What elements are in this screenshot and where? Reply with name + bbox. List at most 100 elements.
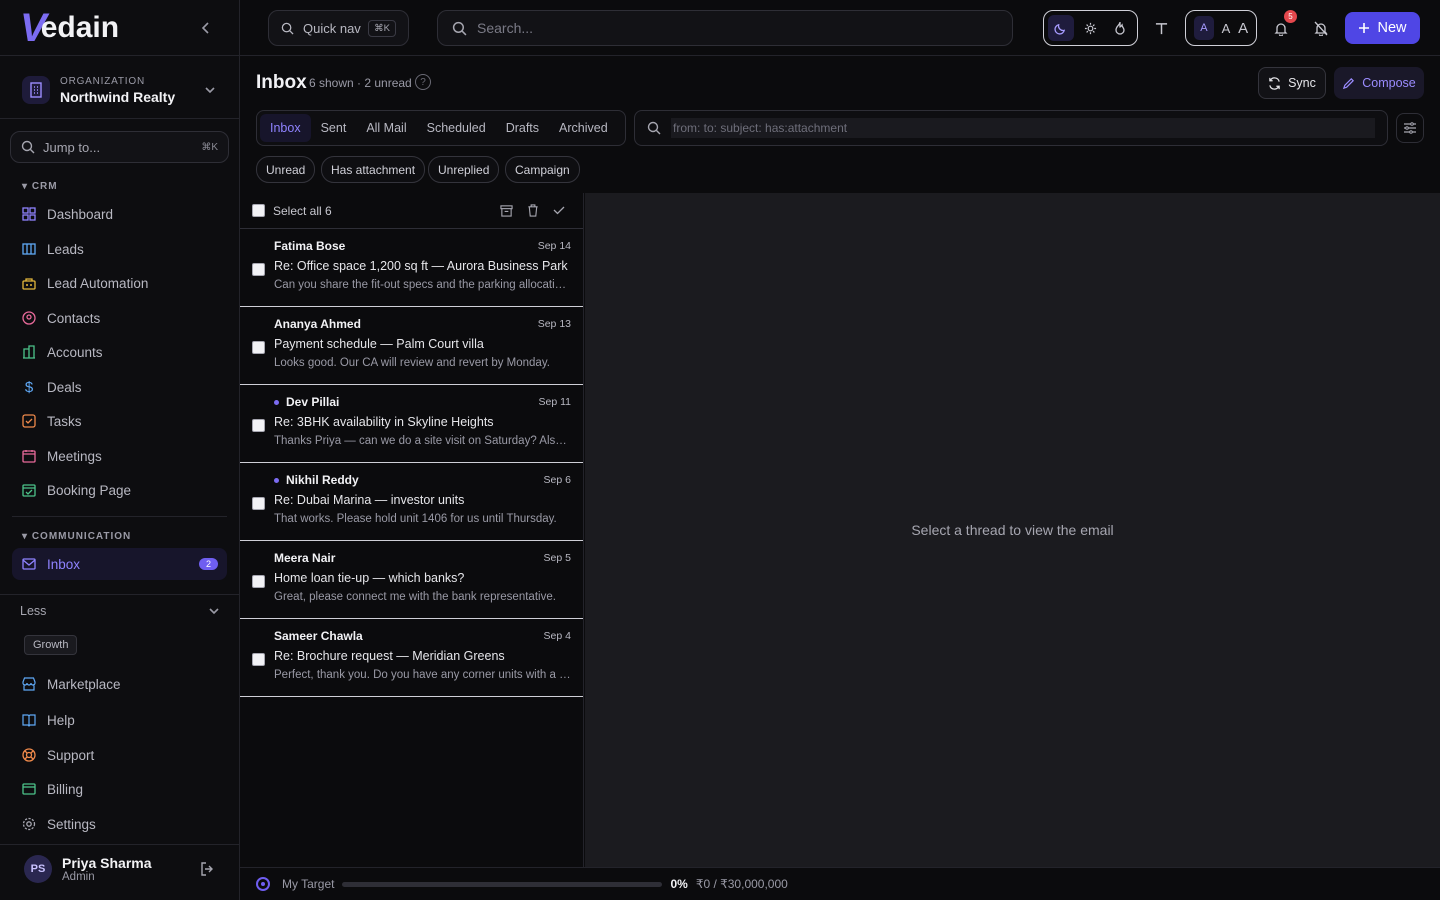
thread-date: Sep 5 — [543, 552, 571, 564]
tab-drafts[interactable]: Drafts — [496, 114, 549, 142]
plan-badge: Growth — [24, 635, 78, 655]
thread-checkbox[interactable] — [252, 575, 265, 588]
lifebuoy-icon — [21, 747, 37, 763]
sun-icon[interactable] — [1078, 15, 1104, 41]
thread-row[interactable]: Nikhil Reddy Sep 6 Re: Dubai Marina — inve… — [240, 463, 583, 541]
tab-inbox[interactable]: Inbox — [260, 114, 311, 142]
tab-all-mail[interactable]: All Mail — [356, 114, 416, 142]
user-name: Priya Sharma — [62, 855, 152, 871]
font-size-large[interactable]: A — [1238, 20, 1248, 37]
thread-checkbox[interactable] — [252, 653, 265, 666]
thread-row[interactable]: Dev Pillai Sep 11 Re: 3BHK availability in… — [240, 385, 583, 463]
thread-sender: Dev Pillai — [274, 395, 339, 409]
sidebar-item-label: Inbox — [47, 556, 81, 572]
mail-query-input[interactable]: from: to: subject: has:attachment — [671, 118, 1375, 138]
filter-chip-campaign[interactable]: Campaign — [505, 156, 580, 183]
sidebar: V edain ORGANIZATION Northwind Realty Ju… — [0, 0, 240, 900]
target-amount: ₹0 / ₹30,000,000 — [695, 877, 788, 891]
search-placeholder: Search... — [477, 20, 534, 36]
sidebar-item-deals[interactable]: $ Deals — [12, 371, 227, 403]
org-switcher[interactable]: ORGANIZATION Northwind Realty — [22, 70, 222, 110]
brand-logo[interactable]: V edain — [20, 6, 119, 50]
refresh-icon — [1269, 76, 1280, 90]
thread-sender-name: Meera Nair — [274, 551, 336, 565]
collapse-sidebar-button[interactable] — [194, 14, 218, 42]
thread-preview: That works. Please hold unit 1406 for us… — [274, 513, 557, 525]
filter-chip-has-attachment[interactable]: Has attachment — [321, 156, 426, 183]
sync-button[interactable]: Sync — [1258, 67, 1326, 99]
sidebar-item-help[interactable]: Help — [12, 704, 227, 736]
sidebar-item-leads[interactable]: Leads — [12, 233, 227, 265]
sidebar-item-inbox[interactable]: Inbox 2 — [12, 548, 227, 580]
pencil-icon — [1343, 77, 1355, 89]
sidebar-item-settings[interactable]: Settings — [12, 808, 227, 840]
filter-chip-unreplied[interactable]: Unreplied — [428, 156, 500, 183]
thread-checkbox[interactable] — [252, 341, 265, 354]
tab-sent[interactable]: Sent — [311, 114, 357, 142]
font-size-small[interactable]: A — [1193, 16, 1214, 40]
thread-subject: Re: Office space 1,200 sq ft — Aurora Bu… — [274, 259, 568, 273]
thread-row[interactable]: Ananya Ahmed Sep 13 Payment schedule — Pal… — [240, 307, 583, 385]
thread-row[interactable]: Meera Nair Sep 5 Home loan tie-up — which … — [240, 541, 583, 619]
mail-icon — [21, 556, 37, 572]
thread-subject: Re: 3BHK availability in Skyline Heights — [274, 415, 494, 429]
divider — [0, 844, 240, 845]
sidebar-item-accounts[interactable]: Accounts — [12, 336, 227, 368]
book-icon — [21, 712, 37, 728]
logout-icon[interactable] — [200, 862, 214, 876]
thread-row[interactable]: Sameer Chawla Sep 4 Re: Brochure request —… — [240, 619, 583, 697]
typography-button[interactable] — [1147, 14, 1175, 42]
thread-subject: Re: Dubai Marina — investor units — [274, 493, 465, 507]
quick-nav-button[interactable]: Quick nav ⌘K — [268, 10, 409, 46]
sidebar-item-billing[interactable]: Billing — [12, 773, 227, 805]
tab-scheduled[interactable]: Scheduled — [417, 114, 496, 142]
section-communication[interactable]: ▾ COMMUNICATION — [22, 531, 131, 542]
thread-preview: Great, please connect me with the bank r… — [274, 591, 556, 603]
section-crm[interactable]: ▾ CRM — [22, 181, 58, 192]
thread-preview: Thanks Priya — can we do a site visit on… — [274, 435, 572, 447]
font-size-medium[interactable]: A — [1222, 21, 1231, 36]
target-progress-bar: My Target 0% ₹0 / ₹30,000,000 — [240, 867, 1440, 900]
filter-settings-button[interactable] — [1396, 113, 1424, 143]
sidebar-item-support[interactable]: Support — [12, 739, 227, 771]
sidebar-item-marketplace[interactable]: Marketplace — [12, 668, 227, 700]
mailbox-tabs: Inbox Sent All Mail Scheduled Drafts Arc… — [256, 110, 626, 146]
jump-to-input[interactable]: Jump to... ⌘K — [10, 131, 229, 163]
target-progress-track — [342, 881, 663, 887]
check-icon[interactable] — [553, 204, 565, 216]
new-button[interactable]: New — [1345, 12, 1420, 44]
flame-icon[interactable] — [1107, 15, 1133, 41]
sidebar-item-label: Dashboard — [47, 206, 114, 222]
sidebar-item-contacts[interactable]: Contacts — [12, 302, 227, 334]
tab-archived[interactable]: Archived — [549, 114, 618, 142]
booking-icon — [21, 482, 37, 498]
user-profile[interactable]: PS Priya Sharma Admin — [24, 852, 224, 886]
sidebar-item-tasks[interactable]: Tasks — [12, 405, 227, 437]
compose-label: Compose — [1362, 76, 1416, 90]
sidebar-item-dashboard[interactable]: Dashboard — [12, 198, 227, 230]
list-toolbar: Select all 6 — [240, 193, 583, 229]
target-percent: 0% — [670, 877, 688, 891]
divider — [0, 594, 240, 595]
compose-button[interactable]: Compose — [1334, 67, 1424, 99]
thread-row[interactable]: Fatima Bose Sep 14 Re: Office space 1,200 … — [240, 229, 583, 307]
thread-checkbox[interactable] — [252, 263, 265, 276]
thread-checkbox[interactable] — [252, 497, 265, 510]
target-label: My Target — [282, 877, 335, 891]
moon-icon[interactable] — [1048, 15, 1074, 41]
trash-icon[interactable] — [527, 204, 539, 217]
notifications-button[interactable]: 5 — [1267, 10, 1297, 42]
select-all-checkbox[interactable] — [252, 204, 265, 217]
help-icon[interactable]: ? — [415, 74, 431, 90]
sidebar-item-meetings[interactable]: Meetings — [12, 440, 227, 472]
filter-chip-unread[interactable]: Unread — [256, 156, 316, 183]
less-toggle[interactable]: Less — [20, 604, 220, 618]
thread-checkbox[interactable] — [252, 419, 265, 432]
sidebar-item-booking-page[interactable]: Booking Page — [12, 474, 227, 506]
tasks-icon — [21, 413, 37, 429]
sidebar-item-lead-automation[interactable]: Lead Automation — [12, 267, 227, 299]
global-search-input[interactable]: Search... — [437, 10, 1013, 46]
archive-icon[interactable] — [500, 204, 513, 217]
mute-notifications-button[interactable] — [1307, 14, 1335, 42]
sidebar-item-label: Support — [47, 747, 95, 763]
